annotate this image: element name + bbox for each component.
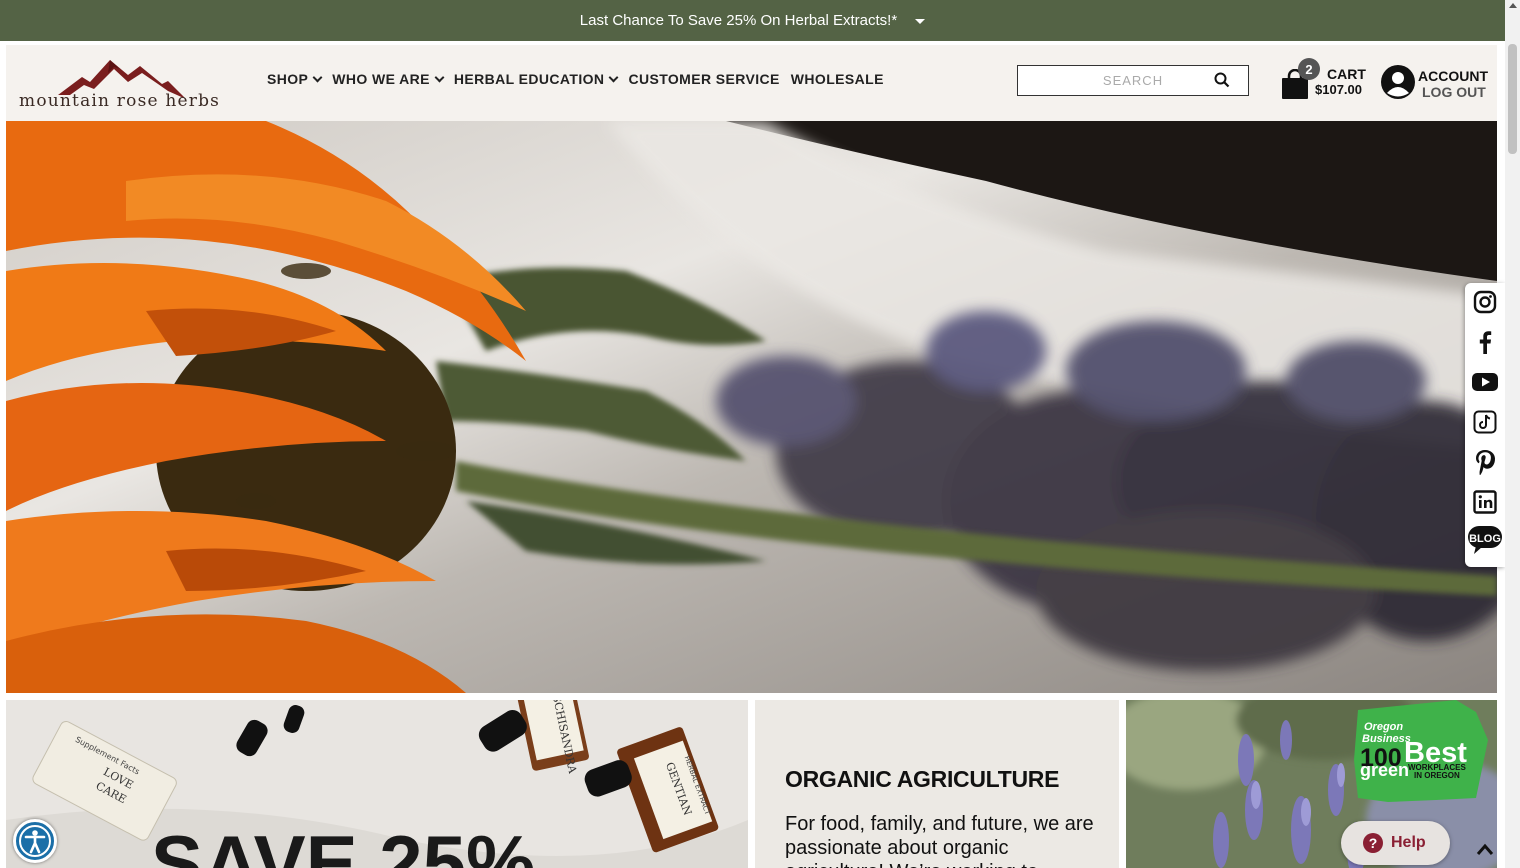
instagram-icon[interactable] — [1472, 289, 1498, 315]
pinterest-icon[interactable] — [1472, 449, 1498, 475]
cart-total: $107.00 — [1315, 82, 1362, 97]
nav-label[interactable]: SHOP — [267, 71, 308, 87]
save-headline: SAVE 25% — [151, 819, 535, 868]
accessibility-icon — [19, 825, 51, 857]
cart-label: CART — [1327, 66, 1366, 82]
nav-wholesale[interactable]: WHOLESALE — [791, 71, 884, 87]
site-header: mountain rose herbs SHOP WHO WE ARE HERB… — [6, 45, 1497, 121]
nav-label[interactable]: WHO WE ARE — [332, 71, 430, 87]
nav-shop[interactable]: SHOP — [267, 71, 323, 87]
linkedin-icon[interactable] — [1472, 489, 1498, 515]
account-menu[interactable]: ACCOUNT LOG OUT — [1380, 64, 1488, 104]
page: Last Chance To Save 25% On Herbal Extrac… — [0, 0, 1520, 868]
cart-count-badge: 2 — [1298, 58, 1320, 80]
promo-tile-organic[interactable]: ORGANIC AGRICULTURE For food, family, an… — [755, 700, 1119, 868]
search-box — [1017, 65, 1249, 96]
logo[interactable]: mountain rose herbs — [18, 51, 232, 115]
chevron-down-icon — [608, 72, 619, 82]
nav-customer-service[interactable]: CUSTOMER SERVICE — [628, 71, 779, 87]
promo-banner[interactable]: Last Chance To Save 25% On Herbal Extrac… — [0, 0, 1505, 41]
help-label: Help — [1391, 834, 1426, 851]
extract-bottles-photo: LOVE CARE Supplement Facts SCHISANDRA GE… — [6, 700, 748, 868]
nav-label[interactable]: HERBAL EDUCATION — [454, 71, 605, 87]
search-icon[interactable] — [1214, 72, 1230, 88]
accessibility-button[interactable] — [13, 819, 57, 863]
account-label[interactable]: ACCOUNT — [1418, 68, 1488, 84]
promo-tile-extracts[interactable]: LOVE CARE Supplement Facts SCHISANDRA GE… — [6, 700, 748, 868]
nav-label[interactable]: WHOLESALE — [791, 71, 884, 87]
nav-who-we-are[interactable]: WHO WE ARE — [332, 71, 445, 87]
nav-label[interactable]: CUSTOMER SERVICE — [628, 71, 779, 87]
chevron-down-icon — [312, 72, 323, 82]
organic-title[interactable]: ORGANIC AGRICULTURE — [785, 766, 1059, 793]
help-button[interactable]: ? Help — [1341, 821, 1450, 865]
award-green: green — [1360, 760, 1409, 780]
social-rail: BLOG — [1465, 283, 1505, 567]
logo-text: mountain rose herbs — [19, 91, 221, 111]
logout-link[interactable]: LOG OUT — [1422, 84, 1486, 100]
blog-icon[interactable]: BLOG — [1468, 526, 1502, 554]
promo-dropdown-icon[interactable] — [915, 19, 926, 24]
tiktok-icon[interactable] — [1472, 409, 1498, 435]
vertical-scrollbar[interactable] — [1505, 0, 1520, 868]
organic-body: For food, family, and future, we are pas… — [785, 813, 1094, 868]
youtube-icon[interactable] — [1472, 369, 1498, 395]
cart-button[interactable]: 2 CART $107.00 — [1278, 57, 1370, 101]
scroll-up-arrow[interactable] — [1509, 3, 1517, 8]
user-avatar-icon — [1381, 65, 1415, 99]
facebook-icon[interactable] — [1472, 329, 1498, 355]
help-question-icon: ? — [1363, 833, 1383, 853]
scrollbar-thumb[interactable] — [1508, 44, 1517, 154]
back-to-top-icon[interactable] — [1475, 840, 1495, 860]
nav-herbal-education[interactable]: HERBAL EDUCATION — [454, 71, 619, 87]
blog-label: BLOG — [1469, 533, 1501, 545]
promo-text[interactable]: Last Chance To Save 25% On Herbal Extrac… — [580, 12, 897, 29]
hero-photo — [6, 121, 1497, 693]
main-nav: SHOP WHO WE ARE HERBAL EDUCATION CUSTOME… — [267, 71, 895, 87]
search-input[interactable] — [1018, 66, 1208, 94]
hero-image[interactable] — [6, 121, 1497, 693]
chevron-down-icon — [434, 72, 445, 82]
award-line1: Oregon — [1364, 721, 1403, 733]
award-sub2: IN OREGON — [1414, 771, 1460, 780]
